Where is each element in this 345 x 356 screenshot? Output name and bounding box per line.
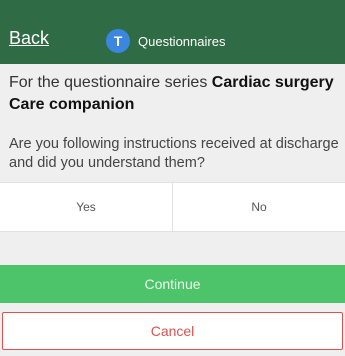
page-title: Questionnaires	[138, 33, 226, 49]
answer-options: Yes No	[0, 182, 345, 232]
question-text: Are you following instructions received …	[9, 136, 339, 171]
main-content: For the questionnaire series Cardiac sur…	[0, 64, 345, 356]
continue-button[interactable]: Continue	[0, 265, 345, 303]
yes-button[interactable]: Yes	[0, 183, 172, 231]
questionnaire-screen: Back T Questionnaires For the questionna…	[0, 0, 345, 356]
cancel-button[interactable]: Cancel	[2, 312, 343, 350]
series-description: For the questionnaire series Cardiac sur…	[9, 72, 339, 116]
no-button[interactable]: No	[172, 183, 345, 231]
back-link[interactable]: Back	[9, 28, 49, 49]
header-bar: Back T Questionnaires	[0, 0, 345, 64]
series-prefix: For the questionnaire series	[9, 74, 208, 91]
header-title-group: T Questionnaires	[106, 29, 225, 53]
avatar: T	[106, 29, 130, 53]
